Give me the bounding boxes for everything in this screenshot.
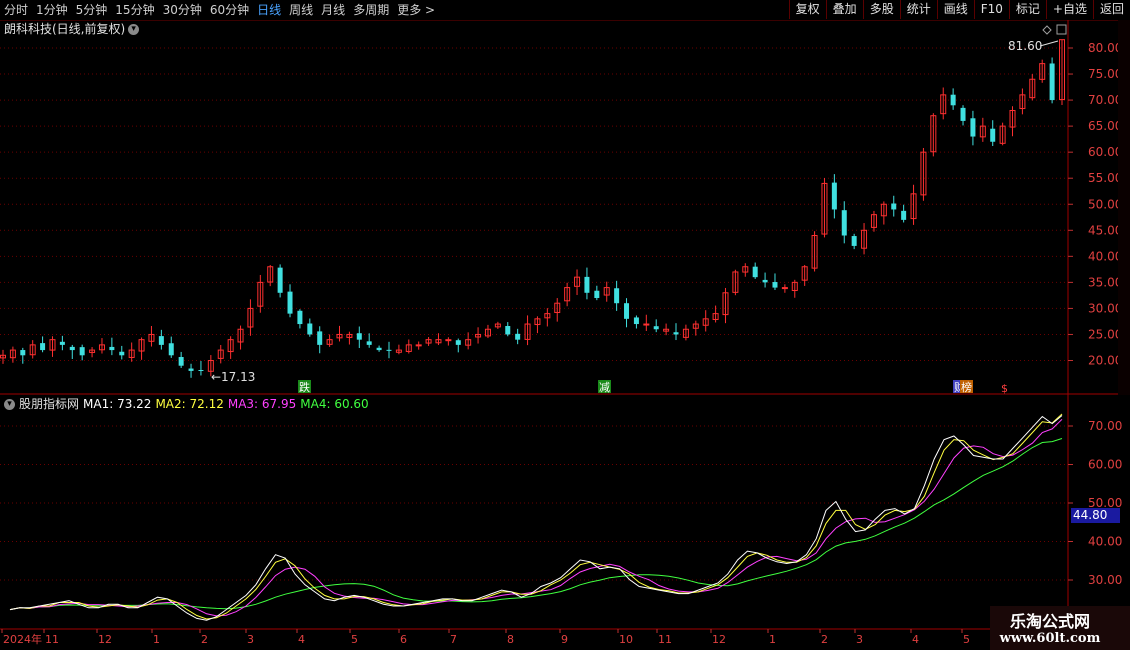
candle-body [762, 279, 768, 283]
indicator-tick-label: 60.00 [1088, 458, 1122, 472]
candle-body [287, 291, 293, 314]
candle-body [781, 287, 788, 290]
time-axis-label: 2 [201, 633, 208, 646]
right-side-strip [1118, 20, 1130, 395]
candle-body [178, 357, 184, 366]
indicator-crosshair-value: 44.80 [1071, 508, 1120, 523]
indicator-tick-label: 40.00 [1088, 535, 1122, 549]
candle-body [891, 203, 897, 210]
watermark-line2: www.60lt.com [999, 631, 1101, 646]
candle-body [752, 266, 758, 278]
event-tag: $ [1001, 382, 1008, 395]
candle-body [505, 326, 511, 335]
time-axis-label: 6 [400, 633, 407, 646]
candle-body [455, 340, 461, 345]
candle-body [158, 336, 164, 345]
candle-body [831, 182, 837, 210]
candle-body [515, 333, 521, 340]
time-axis-label: 4 [298, 633, 305, 646]
candle-body [188, 368, 194, 371]
candle-body [386, 349, 392, 351]
time-axis-label: 3 [247, 633, 254, 646]
candle-body [168, 343, 174, 356]
candle-body [841, 210, 847, 236]
ma1-line [9, 415, 1063, 621]
candle-body [960, 107, 966, 121]
candle-body [415, 344, 422, 347]
candle-body [297, 310, 303, 325]
candle-body [59, 341, 65, 345]
time-axis-label: 3 [856, 633, 863, 646]
ma2-value: MA2: 72.12 [155, 397, 224, 411]
diamond-icon [1042, 25, 1052, 35]
time-axis-label: 12 [98, 633, 112, 646]
ma3-value: MA3: 67.95 [227, 397, 297, 411]
event-tag: 减 [599, 381, 610, 394]
candle-body [614, 288, 620, 304]
candle-body [69, 346, 75, 351]
indicator-tick-label: 30.00 [1088, 573, 1122, 587]
watermark-line1: 乐淘公式网 [1009, 612, 1090, 631]
time-axis-label: 11 [658, 633, 672, 646]
candle-body [772, 282, 778, 288]
candle-body [1049, 63, 1055, 101]
time-axis-label: 12 [712, 633, 726, 646]
time-axis-label: 5 [351, 633, 358, 646]
candle-body [643, 323, 650, 326]
watermark: 乐淘公式网 www.60lt.com [990, 606, 1130, 650]
time-axis-label: 5 [963, 633, 970, 646]
time-axis-label: 8 [507, 633, 514, 646]
chart-canvas[interactable]: 80.0075.0070.0065.0060.0055.0050.0045.00… [0, 0, 1130, 650]
event-tag: 榜 [961, 380, 972, 394]
candle-body [653, 326, 659, 330]
candle-body [970, 118, 976, 137]
indicator-name: 股朋指标网 [19, 397, 80, 411]
time-axis-label: 7 [450, 633, 457, 646]
candle-body [584, 276, 590, 293]
candle-body [40, 343, 46, 351]
candle-body [376, 347, 382, 351]
layout-icon [1056, 24, 1067, 35]
ma3-line [9, 418, 1063, 617]
candle-body [356, 333, 362, 340]
time-axis-label: 1 [769, 633, 776, 646]
event-tag: 跌 [299, 380, 310, 394]
candle-body [79, 347, 85, 356]
candle-body [20, 350, 26, 356]
candle-body [366, 341, 372, 345]
candle-body [277, 267, 283, 293]
high-price-label: 81.60 [1008, 39, 1042, 53]
time-axis-label: 9 [561, 633, 568, 646]
candle-body [673, 332, 679, 335]
high-arrow [1039, 40, 1059, 47]
candle-body [851, 236, 857, 246]
candle-body [633, 317, 639, 325]
ma2-line [9, 413, 1063, 620]
ma4-value: MA4: 60.60 [300, 397, 369, 411]
candle-body [317, 331, 323, 345]
candle-body [198, 369, 204, 371]
chevron-down-icon[interactable]: ▾ [4, 399, 15, 410]
candle-body [950, 94, 956, 106]
candle-body [624, 303, 630, 319]
candle-body [109, 346, 115, 351]
candle-body [901, 210, 907, 220]
candle-body [307, 323, 313, 335]
candle-body [445, 339, 452, 342]
candle-body [990, 128, 996, 142]
indicator-tick-label: 70.00 [1088, 419, 1122, 433]
indicator-legend: ▾ 股朋指标网 MA1: 73.22 MA2: 72.12 MA3: 67.95 MA4:… [4, 396, 373, 412]
candle-body [594, 290, 600, 298]
ma1-value: MA1: 73.22 [83, 397, 152, 411]
time-axis-label: 1 [153, 633, 160, 646]
time-axis-label: 11 [45, 633, 59, 646]
time-axis-label: 2 [821, 633, 828, 646]
low-price-label: ←17.13 [211, 370, 255, 384]
candle-body [119, 351, 125, 356]
time-axis-label: 2024年 [3, 632, 42, 646]
time-axis-label: 10 [619, 633, 633, 646]
time-axis-label: 4 [912, 633, 919, 646]
